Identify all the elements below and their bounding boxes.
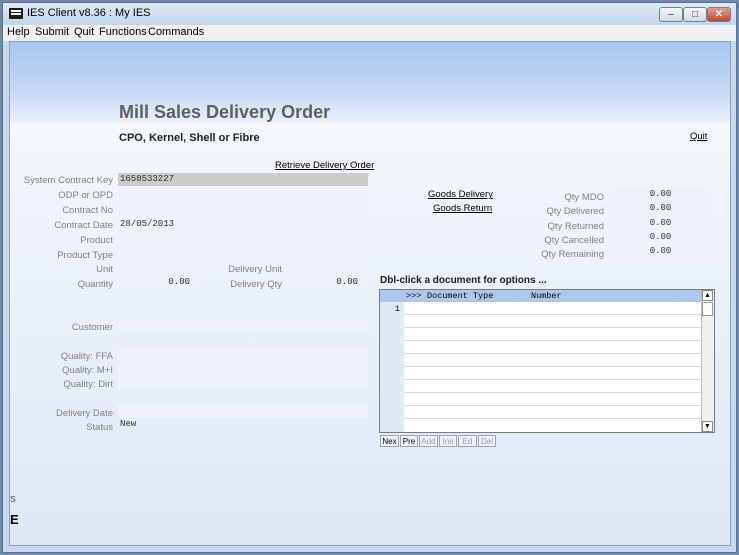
- odp-or-opd-field[interactable]: [118, 188, 368, 201]
- label-product: Product: [80, 235, 113, 246]
- session-tab-label: Ses: [10, 494, 16, 504]
- delivery-qty-field[interactable]: 0.00: [288, 276, 368, 289]
- grid-row-line: [404, 314, 703, 315]
- customer-field[interactable]: [118, 319, 368, 332]
- delivery-date-field[interactable]: [118, 405, 368, 418]
- menu-bar: Help Submit Quit Functions Commands: [3, 25, 736, 41]
- insert-button[interactable]: Ins: [439, 435, 457, 447]
- side-tab-label: E: [10, 512, 18, 527]
- grid-body[interactable]: [404, 302, 703, 432]
- quantity-field[interactable]: 0.00: [118, 276, 200, 289]
- next-button[interactable]: Nex: [380, 435, 399, 447]
- qty-mdo-field: 0.00: [610, 188, 709, 201]
- qty-returned-field: 0.00: [610, 217, 709, 230]
- delivery-unit-field[interactable]: [288, 262, 368, 275]
- grid-row-line: [404, 327, 703, 328]
- label-qty-remaining: Qty Remaining: [541, 249, 604, 260]
- label-qty-delivered: Qty Delivered: [546, 206, 604, 217]
- grid-row-line: [404, 392, 703, 393]
- minimize-button[interactable]: ‒: [659, 7, 683, 22]
- grid-row-line: [404, 366, 703, 367]
- system-contract-key-field[interactable]: 1658533227: [118, 173, 368, 186]
- label-quality-dirt: Quality: Dirt: [63, 379, 113, 390]
- status-field: New: [120, 419, 137, 429]
- label-system-contract-key: System Contract Key: [23, 175, 113, 186]
- menu-quit[interactable]: Quit: [74, 26, 94, 38]
- scroll-down-icon[interactable]: ▼: [702, 421, 713, 432]
- goods-delivery-link[interactable]: Goods Delivery: [428, 189, 493, 200]
- menu-submit[interactable]: Submit: [35, 26, 69, 38]
- label-quantity: Quantity: [77, 279, 113, 290]
- client-area: Mill Sales Delivery Order CPO, Kernel, S…: [9, 41, 731, 546]
- grid-row-numbers: 1: [380, 302, 403, 432]
- grid-header: >>> Document Type Number: [380, 290, 703, 302]
- app-icon: [9, 8, 23, 19]
- grid-header-marker: >>>: [406, 291, 422, 301]
- grid-row-line: [404, 379, 703, 380]
- documents-heading: Dbl-click a document for options ...: [380, 275, 547, 286]
- contract-no-field[interactable]: [118, 203, 368, 216]
- retrieve-delivery-order-link[interactable]: Retrieve Delivery Order: [275, 160, 374, 171]
- grid-col-document-type[interactable]: Document Type: [427, 290, 493, 302]
- label-qty-mdo: Qty MDO: [564, 192, 604, 203]
- label-quality-ffa: Quality: FFA: [60, 351, 113, 362]
- menu-functions[interactable]: Functions: [99, 26, 147, 38]
- previous-button[interactable]: Pre: [400, 435, 418, 447]
- goods-return-link[interactable]: Goods Return: [433, 203, 492, 214]
- quit-link[interactable]: Quit: [690, 131, 707, 142]
- label-delivery-date: Delivery Date: [55, 408, 113, 419]
- label-product-type: Product Type: [57, 250, 113, 261]
- label-unit: Unit: [96, 264, 113, 275]
- label-contract-date: Contract Date: [54, 220, 113, 231]
- grid-row-line: [404, 418, 703, 419]
- page-title: Mill Sales Delivery Order: [119, 102, 331, 122]
- unit-field[interactable]: [118, 262, 200, 275]
- grid-row-number: 1: [394, 304, 400, 314]
- product-type-field[interactable]: [118, 248, 368, 261]
- edit-button[interactable]: Ed: [458, 435, 477, 447]
- label-qty-cancelled: Qty Cancelled: [544, 235, 604, 246]
- quality-dirt-field[interactable]: [118, 376, 368, 389]
- add-button[interactable]: Add: [419, 435, 438, 447]
- window-title: IES Client v8.36 : My IES: [27, 7, 151, 19]
- qty-cancelled-field: 0.00: [610, 231, 709, 244]
- app-window: IES Client v8.36 : My IES ‒ □ ✕ Help Sub…: [2, 2, 737, 553]
- quality-mi-field[interactable]: [118, 362, 368, 375]
- grid-row-line: [404, 405, 703, 406]
- documents-grid[interactable]: >>> Document Type Number 1 ▲ ▼: [379, 289, 715, 433]
- grid-row-line: [404, 340, 703, 341]
- grid-col-number[interactable]: Number: [531, 290, 562, 302]
- label-status: Status: [86, 422, 113, 433]
- grid-scrollbar[interactable]: ▲ ▼: [701, 290, 714, 432]
- scroll-thumb[interactable]: [702, 302, 713, 316]
- qty-delivered-field: 0.00: [610, 202, 709, 215]
- title-bar[interactable]: IES Client v8.36 : My IES ‒ □ ✕: [3, 3, 736, 25]
- label-customer: Customer: [71, 322, 113, 333]
- close-button[interactable]: ✕: [707, 7, 731, 22]
- maximize-button[interactable]: □: [683, 7, 707, 22]
- quality-ffa-field[interactable]: [118, 348, 368, 361]
- label-odp-or-opd: ODP or OPD: [58, 190, 113, 201]
- page-subtitle: CPO, Kernel, Shell or Fibre: [119, 132, 260, 144]
- scroll-up-icon[interactable]: ▲: [702, 290, 713, 301]
- header-banner: [10, 42, 730, 122]
- delete-button[interactable]: Del: [478, 435, 496, 447]
- label-quality-mi: Quality: M+I: [62, 365, 113, 376]
- menu-help[interactable]: Help: [7, 26, 30, 38]
- label-qty-returned: Qty Returned: [547, 221, 605, 232]
- contract-date-field[interactable]: 28/05/2013: [118, 218, 368, 231]
- qty-remaining-field: 0.00: [610, 245, 709, 258]
- product-field[interactable]: [118, 233, 368, 246]
- label-contract-no: Contract No: [62, 205, 113, 216]
- label-delivery-unit: Delivery Unit: [228, 264, 282, 275]
- label-delivery-qty: Delivery Qty: [230, 279, 282, 290]
- menu-commands[interactable]: Commands: [148, 26, 204, 38]
- grid-row-line: [404, 353, 703, 354]
